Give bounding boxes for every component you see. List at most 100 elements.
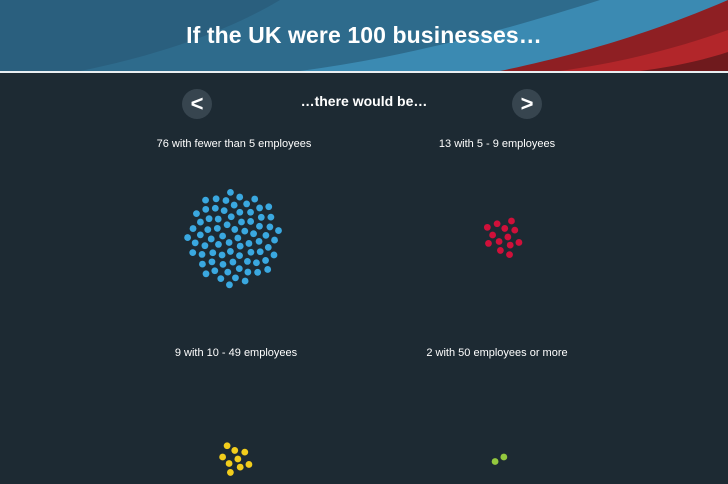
dot-cluster-4 xyxy=(491,453,508,465)
business-dot xyxy=(217,275,225,283)
business-dot xyxy=(489,231,497,239)
business-dot xyxy=(231,226,239,233)
business-dot xyxy=(193,210,200,218)
business-dot xyxy=(504,233,512,241)
business-dot xyxy=(227,213,235,221)
dot-clusters xyxy=(184,188,523,476)
business-dot xyxy=(212,195,220,203)
business-dot xyxy=(262,257,269,264)
business-dot xyxy=(197,218,204,226)
business-dot xyxy=(202,196,209,204)
business-dot xyxy=(236,242,244,250)
business-dot xyxy=(232,274,239,282)
business-dot xyxy=(219,232,227,240)
business-dot xyxy=(229,258,237,266)
business-dot xyxy=(234,455,242,463)
business-dot xyxy=(236,193,244,201)
business-dot xyxy=(264,243,272,251)
business-dot xyxy=(236,463,244,471)
business-dot xyxy=(244,268,252,276)
business-dot xyxy=(219,260,227,268)
business-dot xyxy=(214,215,222,223)
business-dot xyxy=(199,260,206,268)
business-dot xyxy=(264,266,272,273)
business-dot xyxy=(219,453,227,461)
business-dot xyxy=(245,240,253,247)
business-dot xyxy=(226,281,233,289)
business-dot xyxy=(218,251,226,259)
business-dot xyxy=(202,205,210,213)
dot-cluster-2 xyxy=(483,217,523,259)
business-dot xyxy=(241,227,249,235)
business-dot xyxy=(189,225,197,232)
business-dot xyxy=(236,252,243,260)
business-dot xyxy=(196,231,204,239)
business-dot xyxy=(511,226,519,234)
business-dot xyxy=(495,238,503,245)
business-dot xyxy=(184,234,192,241)
business-dot xyxy=(243,200,251,208)
dot-cluster-1 xyxy=(184,188,282,289)
business-dot xyxy=(506,251,513,259)
business-dot xyxy=(253,259,260,267)
business-dot xyxy=(204,226,212,234)
business-dot xyxy=(231,447,239,454)
business-dot xyxy=(275,227,282,234)
business-dot xyxy=(211,267,219,275)
business-dot xyxy=(191,239,199,247)
business-dot xyxy=(255,237,263,245)
business-dot xyxy=(247,208,254,216)
business-dot xyxy=(208,258,216,266)
business-dot xyxy=(198,251,206,258)
business-dot xyxy=(496,247,504,254)
business-dot xyxy=(222,197,230,204)
business-dot xyxy=(225,239,233,246)
dot-cluster-3 xyxy=(219,442,253,476)
business-dot xyxy=(508,217,515,225)
business-dot xyxy=(215,241,222,248)
business-dot xyxy=(271,236,278,244)
business-dot xyxy=(211,204,219,212)
business-dot xyxy=(491,458,499,465)
business-dot xyxy=(220,207,228,215)
business-dot xyxy=(267,213,275,221)
business-dot xyxy=(247,248,255,256)
business-dot xyxy=(262,231,270,239)
business-dot xyxy=(251,195,259,203)
business-dot xyxy=(483,223,491,231)
business-dot xyxy=(256,222,263,230)
business-dot xyxy=(226,248,234,255)
business-dot xyxy=(207,235,215,243)
business-dot xyxy=(189,249,197,257)
business-dot xyxy=(265,203,273,211)
business-dot xyxy=(256,248,264,256)
business-dot xyxy=(223,221,231,229)
business-dot xyxy=(500,453,508,461)
business-dot xyxy=(235,265,243,273)
business-dot xyxy=(227,188,234,196)
business-dot xyxy=(270,251,278,259)
business-dot xyxy=(201,242,209,250)
business-dot xyxy=(224,268,232,276)
business-dot xyxy=(226,469,234,476)
business-dot xyxy=(506,241,514,249)
business-dot xyxy=(202,270,210,278)
business-dot xyxy=(254,268,262,276)
business-dot xyxy=(515,239,523,246)
business-dot xyxy=(241,277,249,285)
business-dot xyxy=(485,240,492,247)
business-dot xyxy=(493,220,501,228)
business-dot xyxy=(209,249,217,257)
business-dot xyxy=(241,448,249,456)
business-dot xyxy=(225,460,233,467)
business-dot xyxy=(236,208,244,216)
business-dot xyxy=(223,442,231,450)
business-dot xyxy=(213,224,221,232)
business-dot xyxy=(230,201,238,209)
business-dot xyxy=(256,204,263,212)
business-dot xyxy=(205,215,213,223)
business-dot xyxy=(250,230,257,238)
business-dot xyxy=(501,225,509,232)
business-dot xyxy=(244,258,251,265)
business-dot xyxy=(238,218,245,226)
